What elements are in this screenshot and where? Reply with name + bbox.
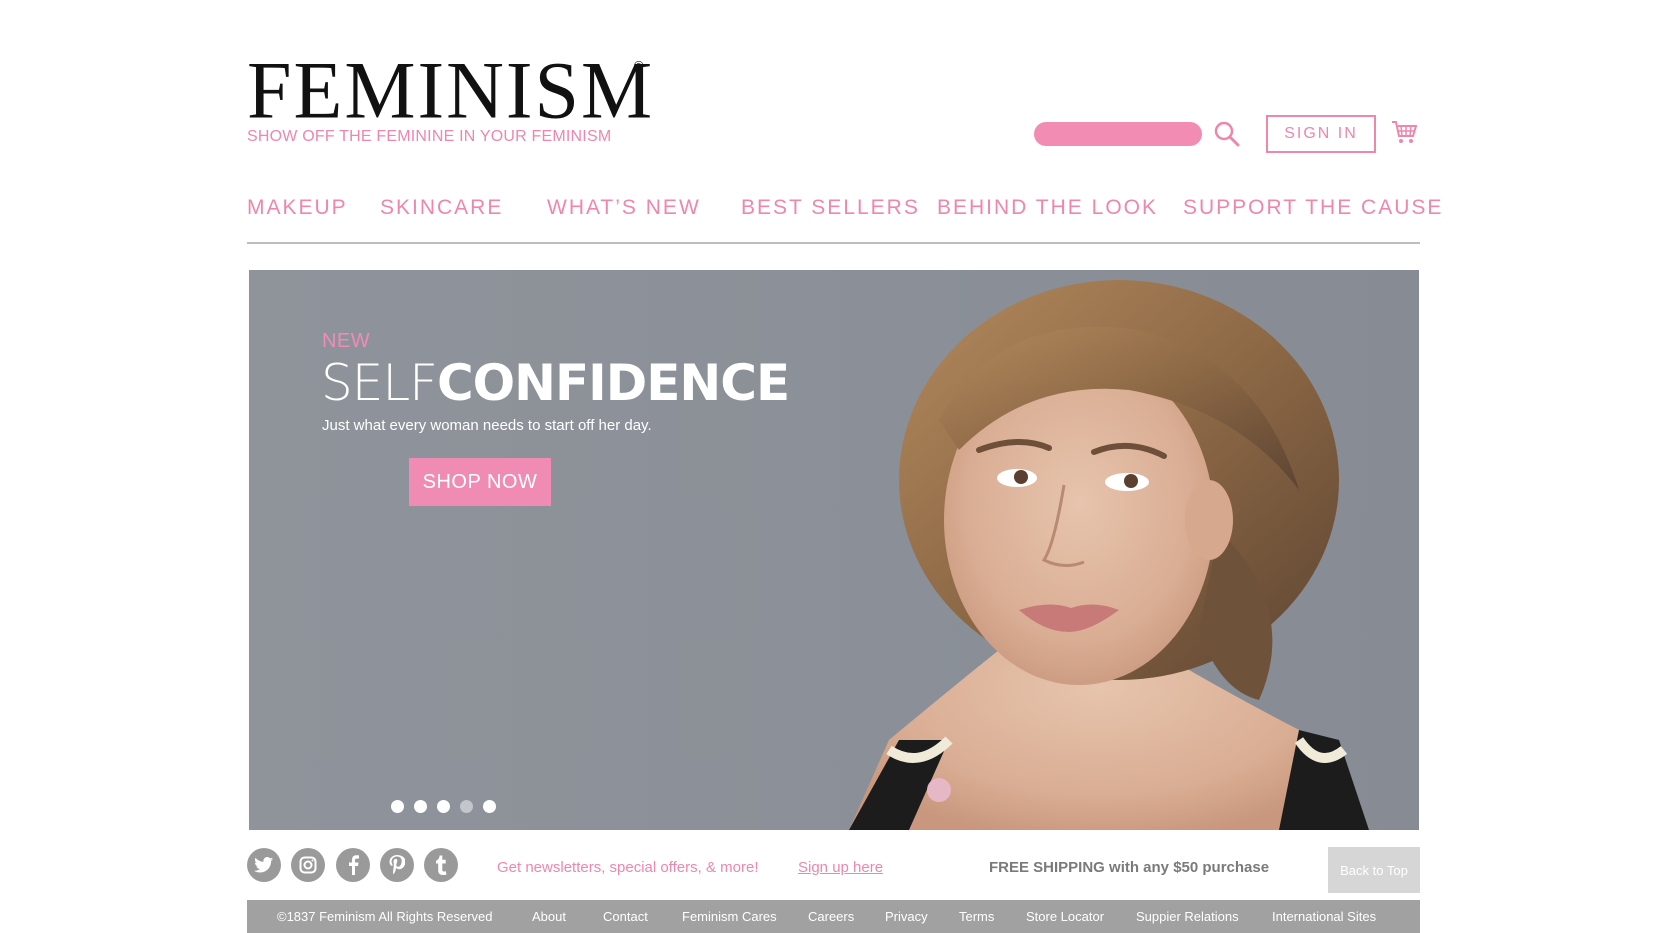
hero-portrait xyxy=(849,280,1369,830)
footer-link-store-locator[interactable]: Store Locator xyxy=(1026,909,1104,924)
signup-link[interactable]: Sign up here xyxy=(798,859,883,876)
footer-link-international-sites[interactable]: International Sites xyxy=(1272,909,1376,924)
hero-title-light: SELF xyxy=(321,354,438,412)
pinterest-icon[interactable] xyxy=(380,848,414,882)
carousel-dot-5[interactable] xyxy=(483,800,496,813)
shopping-cart-icon[interactable] xyxy=(1390,118,1418,146)
site-footer: ©1837 Feminism All Rights Reserved About… xyxy=(247,900,1420,933)
hero-title-bold: CONFIDENCE xyxy=(436,354,790,412)
nav-item-best-sellers[interactable]: BEST SELLERS xyxy=(741,196,920,220)
sign-in-button[interactable]: SIGN IN xyxy=(1266,115,1376,153)
newsletter-text: Get newsletters, special offers, & more! xyxy=(497,859,759,876)
hero-badge: NEW xyxy=(322,330,371,352)
footer-link-terms[interactable]: Terms xyxy=(959,909,994,924)
carousel-dot-2[interactable] xyxy=(414,800,427,813)
main-nav: MAKEUP SKINCARE WHAT’S NEW BEST SELLERS … xyxy=(247,190,1441,244)
instagram-icon[interactable] xyxy=(291,848,325,882)
back-to-top-button[interactable]: Back to Top xyxy=(1328,847,1420,893)
footer-link-feminism-cares[interactable]: Feminism Cares xyxy=(682,909,777,924)
site-header: FEMINISM © SHOW OFF THE FEMININE IN YOUR… xyxy=(247,50,1419,156)
hero-banner[interactable]: NEW SELFCONFIDENCE Just what every woman… xyxy=(249,270,1419,830)
facebook-icon[interactable] xyxy=(336,848,370,882)
search-icon[interactable] xyxy=(1213,120,1241,148)
footer-link-careers[interactable]: Careers xyxy=(808,909,854,924)
footer-link-about[interactable]: About xyxy=(532,909,566,924)
brand-logo[interactable]: FEMINISM xyxy=(247,50,654,132)
hero-title: SELFCONFIDENCE xyxy=(321,352,790,413)
footer-link-privacy[interactable]: Privacy xyxy=(885,909,928,924)
nav-item-support-the-cause[interactable]: SUPPORT THE CAUSE xyxy=(1183,196,1443,220)
carousel-dot-3[interactable] xyxy=(437,800,450,813)
footer-link-contact[interactable]: Contact xyxy=(603,909,648,924)
shop-now-button[interactable]: SHOP NOW xyxy=(409,458,551,506)
nav-item-skincare[interactable]: SKINCARE xyxy=(380,196,503,220)
nav-item-whats-new[interactable]: WHAT’S NEW xyxy=(547,196,701,220)
carousel-dot-4[interactable] xyxy=(460,800,473,813)
brand-tagline: SHOW OFF THE FEMININE IN YOUR FEMINISM xyxy=(247,128,612,145)
twitter-icon[interactable] xyxy=(247,848,281,882)
copyright-mark: © xyxy=(634,58,644,73)
tumblr-icon[interactable] xyxy=(424,848,458,882)
nav-item-behind-the-look[interactable]: BEHIND THE LOOK xyxy=(937,196,1158,220)
footer-link-supplier-relations[interactable]: Suppier Relations xyxy=(1136,909,1239,924)
carousel-dot-1[interactable] xyxy=(391,800,404,813)
shipping-promo: FREE SHIPPING with any $50 purchase xyxy=(989,859,1270,876)
nav-item-makeup[interactable]: MAKEUP xyxy=(247,196,348,220)
carousel-dots xyxy=(391,800,496,813)
search-input[interactable] xyxy=(1034,122,1202,146)
footer-copyright: ©1837 Feminism All Rights Reserved xyxy=(277,909,493,924)
hero-subtitle: Just what every woman needs to start off… xyxy=(322,417,652,434)
